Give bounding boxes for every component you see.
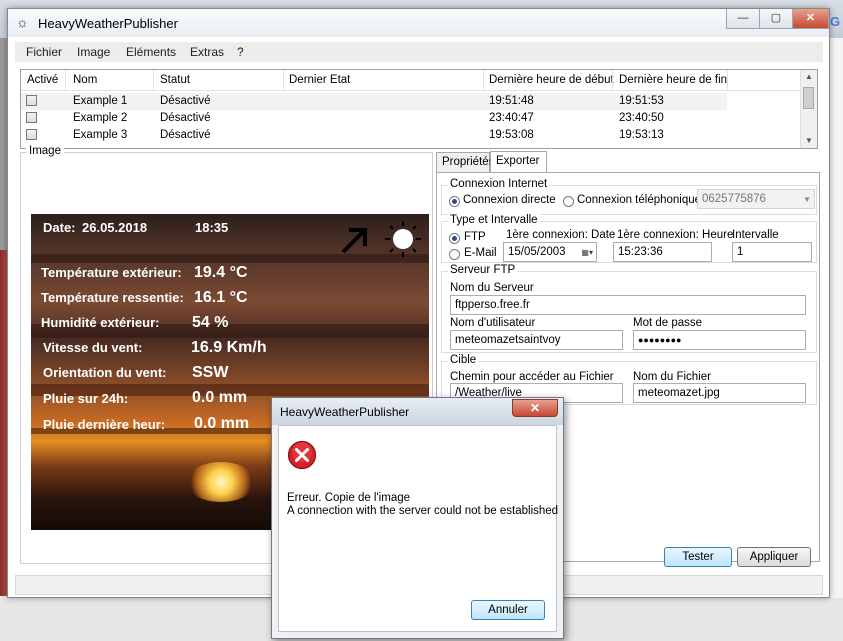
col-last-state[interactable]: Dernier Etat bbox=[289, 74, 350, 86]
menu-bar: Fichier Image Eléments Extras ? bbox=[15, 42, 823, 62]
dialog-title: HeavyWeatherPublisher bbox=[280, 405, 410, 419]
wind-direction-arrow-icon bbox=[341, 228, 367, 254]
ftp-radio[interactable] bbox=[449, 233, 460, 244]
direct-connection-radio[interactable] bbox=[449, 196, 460, 207]
username-field[interactable]: meteomazetsaintvoy bbox=[450, 330, 623, 350]
title-bar[interactable]: ☼ HeavyWeatherPublisher — ▢ ✕ bbox=[8, 9, 829, 37]
minimize-button[interactable]: — bbox=[726, 9, 760, 29]
table-row[interactable]: Example 3 Désactivé 19:53:08 19:53:13 bbox=[21, 127, 727, 144]
tab-proprietes[interactable]: Propriétés bbox=[436, 152, 494, 172]
menu-elements[interactable]: Eléments bbox=[126, 45, 176, 59]
test-button[interactable]: Tester bbox=[664, 547, 732, 567]
close-button[interactable]: ✕ bbox=[792, 9, 829, 29]
col-active[interactable]: Activé bbox=[27, 74, 58, 86]
error-icon bbox=[287, 440, 317, 470]
menu-help[interactable]: ? bbox=[237, 45, 244, 59]
error-message: Erreur. Copie de l'image A connection wi… bbox=[287, 492, 559, 517]
table-scrollbar[interactable]: ▲ ▼ bbox=[800, 70, 817, 148]
menu-extras[interactable]: Extras bbox=[190, 45, 224, 59]
col-status[interactable]: Statut bbox=[160, 74, 190, 86]
background-right bbox=[828, 38, 843, 598]
row-active-checkbox[interactable] bbox=[26, 129, 37, 140]
phone-connection-radio[interactable] bbox=[563, 196, 574, 207]
col-name[interactable]: Nom bbox=[73, 74, 97, 86]
calendar-icon: ▦▾ bbox=[581, 248, 593, 257]
internet-group: Connexion Internet Connexion directe Con… bbox=[441, 178, 817, 215]
sunset-glow bbox=[186, 462, 256, 502]
menu-fichier[interactable]: Fichier bbox=[26, 45, 62, 59]
password-field[interactable]: ●●●●●●●● bbox=[633, 330, 806, 350]
table-row[interactable]: Example 2 Désactivé 23:40:47 23:40:50 bbox=[21, 110, 727, 127]
apply-button[interactable]: Appliquer bbox=[737, 547, 811, 567]
file-name-field[interactable]: meteomazet.jpg bbox=[633, 383, 806, 403]
interval-field[interactable]: 1 bbox=[732, 242, 812, 262]
server-name-field[interactable]: ftpperso.free.fr bbox=[450, 295, 806, 315]
col-start-time[interactable]: Dernière heure de début bbox=[489, 74, 614, 86]
tab-exporter[interactable]: Exporter bbox=[490, 151, 547, 173]
scroll-up-icon[interactable]: ▲ bbox=[801, 70, 817, 84]
dialog-close-button[interactable]: ✕ bbox=[512, 399, 558, 417]
first-connection-time-field[interactable]: 15:23:36 bbox=[613, 242, 712, 262]
dialog-body: Erreur. Copie de l'image A connection wi… bbox=[278, 425, 559, 632]
dialog-title-bar[interactable]: HeavyWeatherPublisher ✕ bbox=[272, 398, 563, 425]
row-active-checkbox[interactable] bbox=[26, 95, 37, 106]
email-radio[interactable] bbox=[449, 249, 460, 260]
row-active-checkbox[interactable] bbox=[26, 112, 37, 123]
menu-image[interactable]: Image bbox=[77, 45, 110, 59]
google-icon: G bbox=[830, 14, 841, 29]
tasks-table: Activé Nom Statut Dernier Etat Dernière … bbox=[20, 69, 818, 149]
phone-number-select[interactable]: 0625775876 ▼ bbox=[697, 189, 815, 209]
table-header: Activé Nom Statut Dernier Etat Dernière … bbox=[21, 70, 801, 91]
weather-time: 18:35 bbox=[195, 220, 229, 235]
scroll-down-icon[interactable]: ▼ bbox=[801, 134, 817, 148]
scroll-thumb[interactable] bbox=[803, 87, 814, 109]
window-title: HeavyWeatherPublisher bbox=[38, 16, 178, 31]
sun-icon bbox=[385, 221, 421, 257]
error-dialog: HeavyWeatherPublisher ✕ Erreur. Copie de… bbox=[271, 397, 564, 639]
image-group-title: Image bbox=[26, 145, 64, 157]
col-end-time[interactable]: Dernière heure de fin bbox=[619, 74, 727, 86]
first-connection-date-picker[interactable]: 15/05/2003 ▦▾ bbox=[503, 242, 597, 262]
type-interval-group: Type et Intervalle FTP E-Mail 1ère conne… bbox=[441, 214, 817, 263]
table-row[interactable]: Example 1 Désactivé 19:51:48 19:51:53 bbox=[21, 93, 727, 110]
maximize-button[interactable]: ▢ bbox=[759, 9, 793, 29]
sun-app-icon: ☼ bbox=[16, 14, 29, 30]
ftp-server-group: Serveur FTP Nom du Serveur ftpperso.free… bbox=[441, 264, 817, 353]
cancel-button[interactable]: Annuler bbox=[471, 600, 545, 620]
weather-date: 26.05.2018 bbox=[82, 220, 148, 235]
chevron-down-icon: ▼ bbox=[803, 195, 811, 204]
